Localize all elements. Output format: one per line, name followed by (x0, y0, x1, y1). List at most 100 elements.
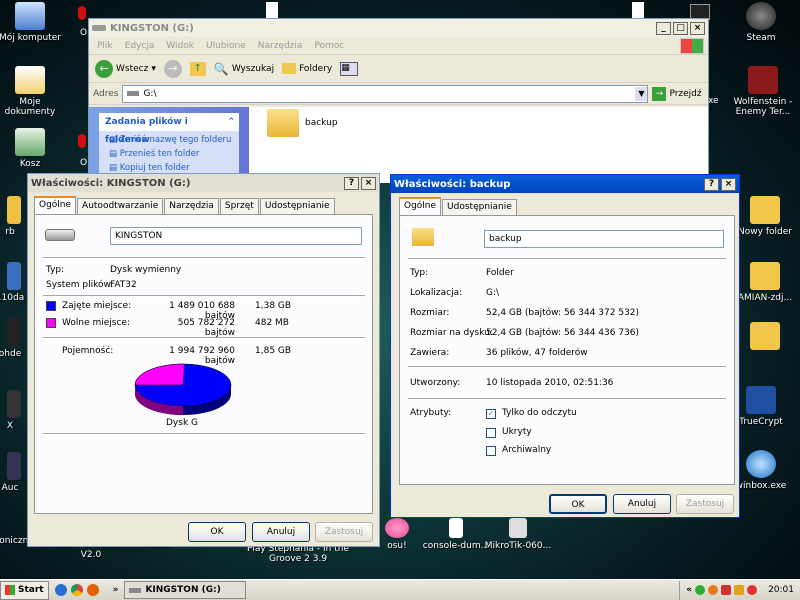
steam-icon (746, 2, 776, 30)
update-icon[interactable] (747, 585, 758, 595)
opera-icon (78, 134, 86, 148)
firefox-icon[interactable] (86, 584, 99, 596)
desktop-icon-new-folder[interactable]: Nowy folder (730, 196, 800, 237)
search-button[interactable]: 🔍 Wyszukaj (214, 62, 274, 76)
chevron-down-icon[interactable]: ▾ (151, 64, 156, 74)
tab-general[interactable]: Ogólne (399, 197, 442, 215)
desktop-icon-recycle-bin[interactable]: Kosz (0, 128, 65, 169)
folders-button[interactable]: Foldery (282, 63, 332, 74)
winbox-icon (746, 450, 776, 478)
tab-hardware[interactable]: Sprzęt (219, 198, 259, 214)
address-input[interactable]: G:\ ▼ (122, 84, 649, 103)
chevron-down-icon[interactable]: ▼ (635, 86, 648, 101)
explorer-title: KINGSTON (G:) (110, 22, 194, 34)
desktop-icon-wolfenstein[interactable]: Wolfenstein - Enemy Ter... (726, 66, 800, 117)
tab-autoplay[interactable]: Autoodtwarzanie (77, 198, 164, 214)
menu-favorites[interactable]: Ulubione (206, 41, 246, 51)
tab-general[interactable]: Ogólne (34, 196, 77, 214)
task-panel-header[interactable]: Zadania plików i folderów ⌃ (99, 113, 239, 145)
quick-launch (54, 584, 99, 596)
apply-button[interactable]: Zastosuj (676, 494, 734, 514)
desktop-icon-my-computer[interactable]: Mój komputer (0, 2, 65, 43)
explorer-toolbar: ← Wstecz ▾ → ↑ 🔍 Wyszukaj Foldery ▦ (89, 55, 708, 83)
collapse-icon[interactable]: ⌃ (227, 113, 235, 131)
type-value: Dysk wymienny (110, 265, 182, 275)
folder-item-backup[interactable]: backup (267, 109, 338, 137)
help-button[interactable]: ? (344, 176, 359, 190)
close-button[interactable]: × (721, 177, 736, 191)
taskbar-item-kingston[interactable]: KINGSTON (G:) (124, 581, 247, 599)
minimize-button[interactable]: _ (656, 21, 671, 35)
chrome-icon[interactable] (70, 584, 83, 596)
drive-properties-title-bar[interactable]: Właściwości: KINGSTON (G:) ? × (28, 174, 379, 192)
network-icon[interactable] (695, 585, 706, 595)
dialog-title: Właściwości: backup (394, 178, 511, 190)
clock[interactable]: 20:01 (768, 585, 794, 595)
go-arrow-icon: → (652, 86, 667, 101)
cancel-button[interactable]: Anuluj (613, 494, 671, 514)
ok-button[interactable]: OK (188, 522, 246, 542)
up-folder-icon[interactable]: ↑ (189, 61, 206, 76)
menu-view[interactable]: Widok (166, 41, 194, 51)
tab-sharing[interactable]: Udostępnianie (442, 199, 517, 215)
tab-tools[interactable]: Narzędzia (164, 198, 219, 214)
app-icon (7, 318, 21, 346)
task-copy[interactable]: ▤ Kopiuj ten folder (99, 159, 239, 173)
maximize-button[interactable]: □ (673, 21, 688, 35)
desktop-icon-my-documents[interactable]: Moje dokumenty (0, 66, 65, 117)
desktop-icon-steam[interactable]: Steam (726, 2, 796, 43)
security-icon[interactable] (734, 585, 745, 595)
ie-icon[interactable] (54, 584, 67, 596)
location-value: G:\ (486, 288, 500, 298)
menu-tools[interactable]: Narzędzia (258, 41, 303, 51)
free-gb: 482 MB (255, 318, 289, 328)
hidden-checkbox[interactable] (486, 428, 496, 438)
explorer-title-bar[interactable]: KINGSTON (G:) _ □ × (89, 19, 708, 37)
readonly-label: Tylko do odczytu (502, 408, 577, 418)
apply-button[interactable]: Zastosuj (315, 522, 373, 542)
filesystem-label: System plików: (46, 280, 114, 290)
type-value: Folder (486, 268, 514, 278)
ok-button[interactable]: OK (549, 494, 607, 514)
desktop-icon-mikrotik[interactable]: MikroTik-060... (482, 518, 554, 551)
quick-launch-chevron[interactable]: » (113, 585, 119, 595)
avast-icon[interactable] (708, 585, 719, 595)
free-label: Wolne miejsce: (62, 318, 130, 328)
go-button[interactable]: → Przejdź (652, 86, 702, 101)
close-button[interactable]: × (361, 176, 376, 190)
cancel-button[interactable]: Anuluj (252, 522, 310, 542)
app-icon (7, 262, 21, 290)
rename-icon: ▤ (109, 135, 120, 145)
folder-icon (412, 228, 434, 246)
desktop-icon-damian[interactable]: AMIAN-zdj... (730, 262, 800, 303)
folder-properties-title-bar[interactable]: Właściwości: backup ? × (391, 175, 739, 193)
forward-arrow-icon[interactable]: → (163, 59, 182, 78)
taskbar: Start » KINGSTON (G:) « 20:01 (0, 579, 800, 600)
dialog-title: Właściwości: KINGSTON (G:) (31, 177, 191, 189)
tab-sharing[interactable]: Udostępnianie (259, 198, 335, 214)
folder-icon (750, 262, 780, 290)
desktop-icon-folder[interactable] (730, 322, 800, 353)
views-icon[interactable]: ▦ (340, 61, 359, 76)
folder-name-input[interactable]: backup (484, 230, 724, 248)
documents-icon (15, 66, 45, 94)
tray-chevron[interactable]: « (686, 585, 692, 595)
help-button[interactable]: ? (704, 177, 719, 191)
volume-icon[interactable] (721, 585, 732, 595)
start-button[interactable]: Start (0, 580, 49, 600)
copy-icon: ▤ (109, 163, 120, 173)
desktop-icon-stepmania[interactable]: Play Stephania - In the Groove 2 3.9 (238, 544, 358, 564)
drive-icon (92, 25, 106, 31)
menu-file[interactable]: Plik (97, 41, 113, 51)
archive-checkbox[interactable] (486, 446, 496, 456)
menu-edit[interactable]: Edycja (125, 41, 155, 51)
back-button[interactable]: ← Wstecz ▾ (95, 59, 156, 78)
readonly-checkbox[interactable]: ✓ (486, 409, 496, 419)
drive-name-input[interactable]: KINGSTON (110, 227, 362, 245)
address-bar: Adres G:\ ▼ → Przejdź (89, 83, 708, 105)
archive-label: Archiwalny (502, 445, 552, 455)
close-button[interactable]: × (690, 21, 705, 35)
app-icon (7, 452, 21, 480)
menu-help[interactable]: Pomoc (314, 41, 344, 51)
attributes-label: Atrybuty: (410, 408, 452, 418)
